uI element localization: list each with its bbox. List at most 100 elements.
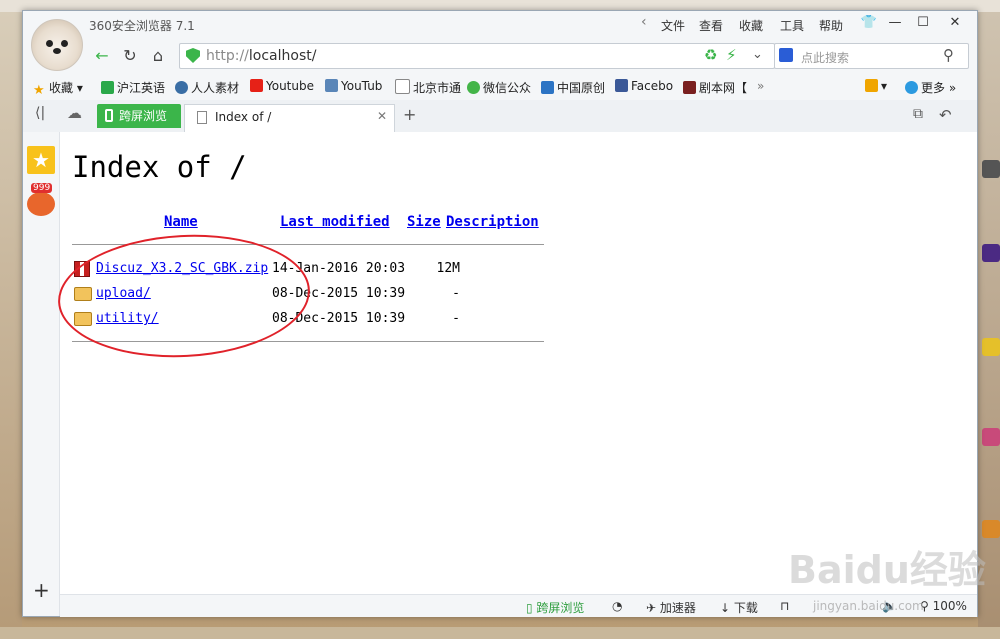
tab-index[interactable]: Index of / ✕ <box>184 104 395 132</box>
avatar-eye <box>61 40 68 47</box>
address-toolbar: ← ↻ ⌂ http://localhost/ ♻ ⚡ ⌄ 点此搜索 ⚲ <box>23 38 977 74</box>
shield-icon <box>186 48 200 63</box>
sidebar-toggle-icon[interactable]: ⟨| <box>35 105 45 121</box>
favorites-button[interactable]: ★ 收藏 ▾ <box>33 79 83 97</box>
avatar-eye <box>46 40 53 47</box>
baidu-watermark-url: jingyan.baidu.com <box>813 599 924 613</box>
url-field[interactable]: http://localhost/ ♻ ⚡ ⌄ <box>179 43 775 69</box>
home-icon[interactable]: ⌂ <box>147 45 169 67</box>
tab-bar: ⟨| ☁ 跨屏浏览 Index of / ✕ + ⧉ ↶ <box>23 100 977 133</box>
status-cross-screen-label: 跨屏浏览 <box>536 601 585 615</box>
chevron-left-icon[interactable]: ‹ <box>641 14 647 30</box>
bookmark-label: 剧本网【 <box>699 81 748 95</box>
page-content: Index of / Name Last modified Size Descr… <box>54 132 977 594</box>
bookmark-item[interactable]: YouTub <box>325 79 382 93</box>
close-button[interactable]: ✕ <box>943 13 967 33</box>
bookmark-label: Youtube <box>266 79 314 93</box>
bookmark-label: 人人素材 <box>191 81 240 95</box>
app-title: 360安全浏览器 7.1 <box>89 19 195 33</box>
apps-grid-icon[interactable]: ▾ <box>865 79 887 93</box>
desktop-app-icon[interactable] <box>982 520 1000 538</box>
tab-cross-screen[interactable]: 跨屏浏览 <box>97 104 181 128</box>
bookmark-item[interactable]: 剧本网【 <box>683 79 747 96</box>
phone-icon <box>105 109 113 122</box>
new-tab-plus-icon[interactable]: + <box>403 105 416 124</box>
notification-badge: 999 <box>31 183 53 193</box>
bookmark-item[interactable]: 微信公众 <box>467 79 531 96</box>
search-input[interactable]: 点此搜索 ⚲ <box>774 43 969 69</box>
minimize-button[interactable]: — <box>883 13 907 33</box>
page-icon <box>197 111 207 124</box>
screenshot-icon[interactable]: ⊓ <box>780 599 789 613</box>
bookmark-item[interactable]: Youtube <box>250 79 314 93</box>
avatar-nose <box>53 48 61 54</box>
zoom-level[interactable]: ⚲ 100% <box>920 599 967 613</box>
page-title: Index of / <box>72 150 247 184</box>
desktop-left-strip <box>0 12 22 639</box>
browser-window: 360安全浏览器 7.1 ‹ 文件 查看 收藏 工具 帮助 👕 — ☐ ✕ ← … <box>22 10 986 617</box>
menu-view[interactable]: 查看 <box>699 17 723 34</box>
file-size: - <box>452 311 460 326</box>
lightning-icon[interactable]: ⚡ <box>726 46 737 64</box>
column-last-modified-link[interactable]: Last modified <box>280 214 390 230</box>
status-shield-icon[interactable]: ◔ <box>612 599 622 613</box>
search-icon[interactable]: ⚲ <box>943 46 954 64</box>
menu-tools[interactable]: 工具 <box>780 17 804 34</box>
annotation-red-circle <box>54 228 314 364</box>
shirt-icon[interactable]: 👕 <box>857 13 881 33</box>
tab-index-label: Index of / <box>215 110 272 124</box>
restore-tabs-icon[interactable]: ⧉ <box>913 106 923 122</box>
favorites-label: 收藏 <box>49 81 74 95</box>
favorites-star-icon[interactable]: ★ <box>27 146 55 174</box>
search-placeholder: 点此搜索 <box>801 51 850 65</box>
bookmark-label: YouTub <box>341 79 383 93</box>
taskbar <box>0 627 1000 639</box>
bookmark-label: 微信公众 <box>483 81 532 95</box>
title-bar: 360安全浏览器 7.1 ‹ 文件 查看 收藏 工具 帮助 👕 — ☐ ✕ <box>23 11 977 38</box>
column-name-link[interactable]: Name <box>164 214 198 230</box>
bookmark-item[interactable]: Facebo <box>615 79 673 93</box>
star-icon: ★ <box>33 83 45 98</box>
more-label: 更多 <box>921 81 946 95</box>
bookmark-item[interactable]: 中国原创 <box>541 79 605 96</box>
user-avatar[interactable] <box>31 19 83 71</box>
tab-close-icon[interactable]: ✕ <box>377 109 387 123</box>
file-size: 12M <box>436 261 460 276</box>
menu-help[interactable]: 帮助 <box>819 17 843 34</box>
baidu-paw-icon <box>779 48 793 62</box>
chevron-down-icon[interactable]: ⌄ <box>752 47 763 62</box>
bookmark-item[interactable]: 沪江英语 <box>101 79 165 96</box>
bookmark-label: 北京市通 <box>413 81 462 95</box>
menu-file[interactable]: 文件 <box>661 17 685 34</box>
desktop-app-icon[interactable] <box>982 428 1000 446</box>
url-prefix: http:// <box>206 48 249 64</box>
column-description-link[interactable]: Description <box>446 214 539 230</box>
more-button[interactable]: 更多 » <box>905 79 956 96</box>
weibo-icon[interactable]: 999 <box>27 183 55 216</box>
desktop-app-icon[interactable] <box>982 160 1000 178</box>
bookmarks-bar: ★ 收藏 ▾ 沪江英语 人人素材 Youtube YouTub 北京市通 微信公众… <box>23 74 977 100</box>
recycle-icon[interactable]: ♻ <box>704 46 717 64</box>
baidu-watermark: Baidu经验 <box>788 548 986 592</box>
menu-favorites[interactable]: 收藏 <box>739 17 763 34</box>
accelerator-label: 加速器 <box>659 601 696 615</box>
status-accelerator[interactable]: ✈ 加速器 <box>646 599 696 616</box>
bookmark-item[interactable]: 北京市通 <box>395 79 461 96</box>
back-arrow-icon[interactable]: ← <box>91 45 113 67</box>
column-size-link[interactable]: Size <box>407 214 441 230</box>
more-bookmarks-chevron-icon[interactable]: » <box>757 79 764 93</box>
undo-close-icon[interactable]: ↶ <box>939 106 952 124</box>
desktop-app-icon[interactable] <box>982 338 1000 356</box>
file-size: - <box>452 286 460 301</box>
desktop-app-icon[interactable] <box>982 244 1000 262</box>
refresh-icon[interactable]: ↻ <box>119 45 141 67</box>
bookmark-item[interactable]: 人人素材 <box>175 79 239 96</box>
maximize-button[interactable]: ☐ <box>911 13 935 33</box>
status-cross-screen[interactable]: ▯ 跨屏浏览 <box>526 599 584 616</box>
url-host: localhost/ <box>248 48 317 64</box>
status-download[interactable]: ↓ 下载 <box>720 599 758 616</box>
left-sidebar: ★ 999 + <box>23 132 60 616</box>
add-sidebar-plus-icon[interactable]: + <box>33 578 50 602</box>
cloud-icon[interactable]: ☁ <box>67 104 82 122</box>
tab-cross-screen-label: 跨屏浏览 <box>119 109 168 123</box>
